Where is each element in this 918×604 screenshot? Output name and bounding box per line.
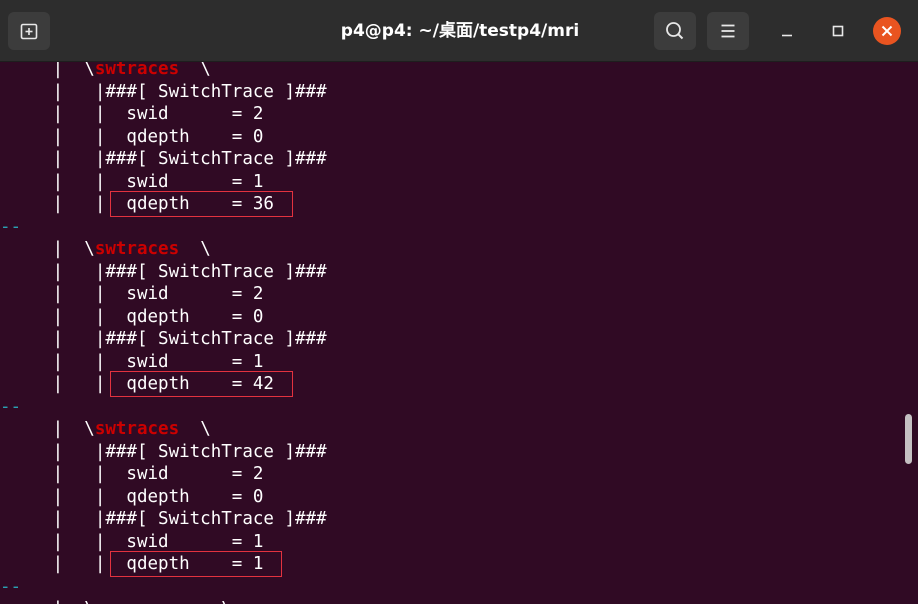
line-text: | |###[ SwitchTrace ]###	[0, 149, 327, 169]
terminal-line: | | swid = 1	[0, 171, 264, 193]
vertical-scrollbar[interactable]	[905, 414, 912, 464]
line-text-suffix: \	[179, 239, 211, 259]
keyword-text: swtraces	[94, 419, 180, 439]
terminal-line: | |###[ SwitchTrace ]###	[0, 441, 327, 463]
maximize-icon	[832, 25, 844, 37]
line-text: | | swid = 1	[0, 531, 264, 552]
line-text: | |###[ SwitchTrace ]###	[0, 441, 327, 462]
line-text: | | swid = 1	[0, 351, 264, 372]
separator-text: --	[0, 216, 22, 237]
terminal-line: | |###[ SwitchTrace ]###	[0, 508, 327, 530]
terminal-output[interactable]: | \swtraces \ | |###[ SwitchTrace ]### |…	[0, 62, 918, 604]
line-text: | | swid = 2	[0, 464, 264, 484]
maximize-button[interactable]	[823, 16, 853, 46]
menu-button[interactable]	[707, 12, 749, 50]
terminal-window: p4@p4: ~/桌面/testp4/mri | \swtraces \ | |…	[0, 0, 918, 604]
separator-text: --	[0, 396, 22, 417]
terminal-line: | |###[ SwitchTrace ]###	[0, 81, 327, 103]
search-button[interactable]	[654, 12, 696, 50]
search-icon	[666, 22, 684, 40]
terminal-line: | \ \	[0, 598, 232, 604]
terminal-line: | |###[ SwitchTrace ]###	[0, 328, 327, 350]
line-text: | \	[0, 62, 95, 79]
new-tab-button[interactable]	[8, 12, 50, 50]
close-button[interactable]	[873, 17, 901, 45]
keyword-text: swtraces	[94, 62, 180, 79]
highlight-box	[110, 551, 282, 577]
line-text: | \ \	[0, 599, 232, 604]
line-text: | | swid = 2	[0, 104, 264, 124]
separator-line: --	[0, 576, 21, 598]
line-text: | |###[ SwitchTrace ]###	[0, 81, 327, 102]
line-text-suffix: \	[179, 419, 211, 439]
terminal-line: | | swid = 1	[0, 531, 264, 553]
terminal-line: | \swtraces \	[0, 418, 211, 440]
highlight-box	[110, 371, 293, 397]
minimize-icon	[782, 34, 792, 37]
terminal-line: | \swtraces \	[0, 238, 211, 260]
new-tab-icon	[20, 23, 38, 40]
close-icon	[881, 25, 893, 37]
line-text-suffix: \	[179, 62, 211, 79]
line-text: | | qdepth = 0	[0, 126, 264, 147]
terminal-line: | | swid = 1	[0, 351, 264, 373]
separator-text: --	[0, 576, 22, 597]
terminal-line: | | qdepth = 0	[0, 486, 264, 508]
line-text: | |###[ SwitchTrace ]###	[0, 509, 327, 529]
terminal-line: | | swid = 2	[0, 103, 264, 125]
hamburger-menu-icon	[721, 24, 735, 38]
separator-line: --	[0, 396, 21, 418]
minimize-button[interactable]	[772, 16, 802, 46]
terminal-line: | | swid = 2	[0, 283, 264, 305]
terminal-line: | \swtraces \	[0, 62, 211, 80]
line-text: | |###[ SwitchTrace ]###	[0, 329, 327, 349]
terminal-line: | | qdepth = 0	[0, 306, 264, 328]
terminal-line: | | swid = 2	[0, 463, 264, 485]
line-text: | | qdepth = 0	[0, 486, 264, 507]
terminal-line: | |###[ SwitchTrace ]###	[0, 261, 327, 283]
terminal-line: | |###[ SwitchTrace ]###	[0, 148, 327, 170]
line-text: | | swid = 2	[0, 284, 264, 304]
highlight-box	[110, 191, 293, 217]
separator-line: --	[0, 216, 21, 238]
line-text: | \	[0, 419, 95, 439]
keyword-text: swtraces	[94, 239, 180, 259]
line-text: | |###[ SwitchTrace ]###	[0, 261, 327, 282]
line-text: | | qdepth = 0	[0, 306, 264, 327]
line-text: | | swid = 1	[0, 171, 264, 192]
terminal-line: | | qdepth = 0	[0, 126, 264, 148]
window-title: p4@p4: ~/桌面/testp4/mri	[340, 21, 580, 41]
line-text: | \	[0, 239, 95, 259]
title-bar[interactable]: p4@p4: ~/桌面/testp4/mri	[0, 0, 918, 62]
